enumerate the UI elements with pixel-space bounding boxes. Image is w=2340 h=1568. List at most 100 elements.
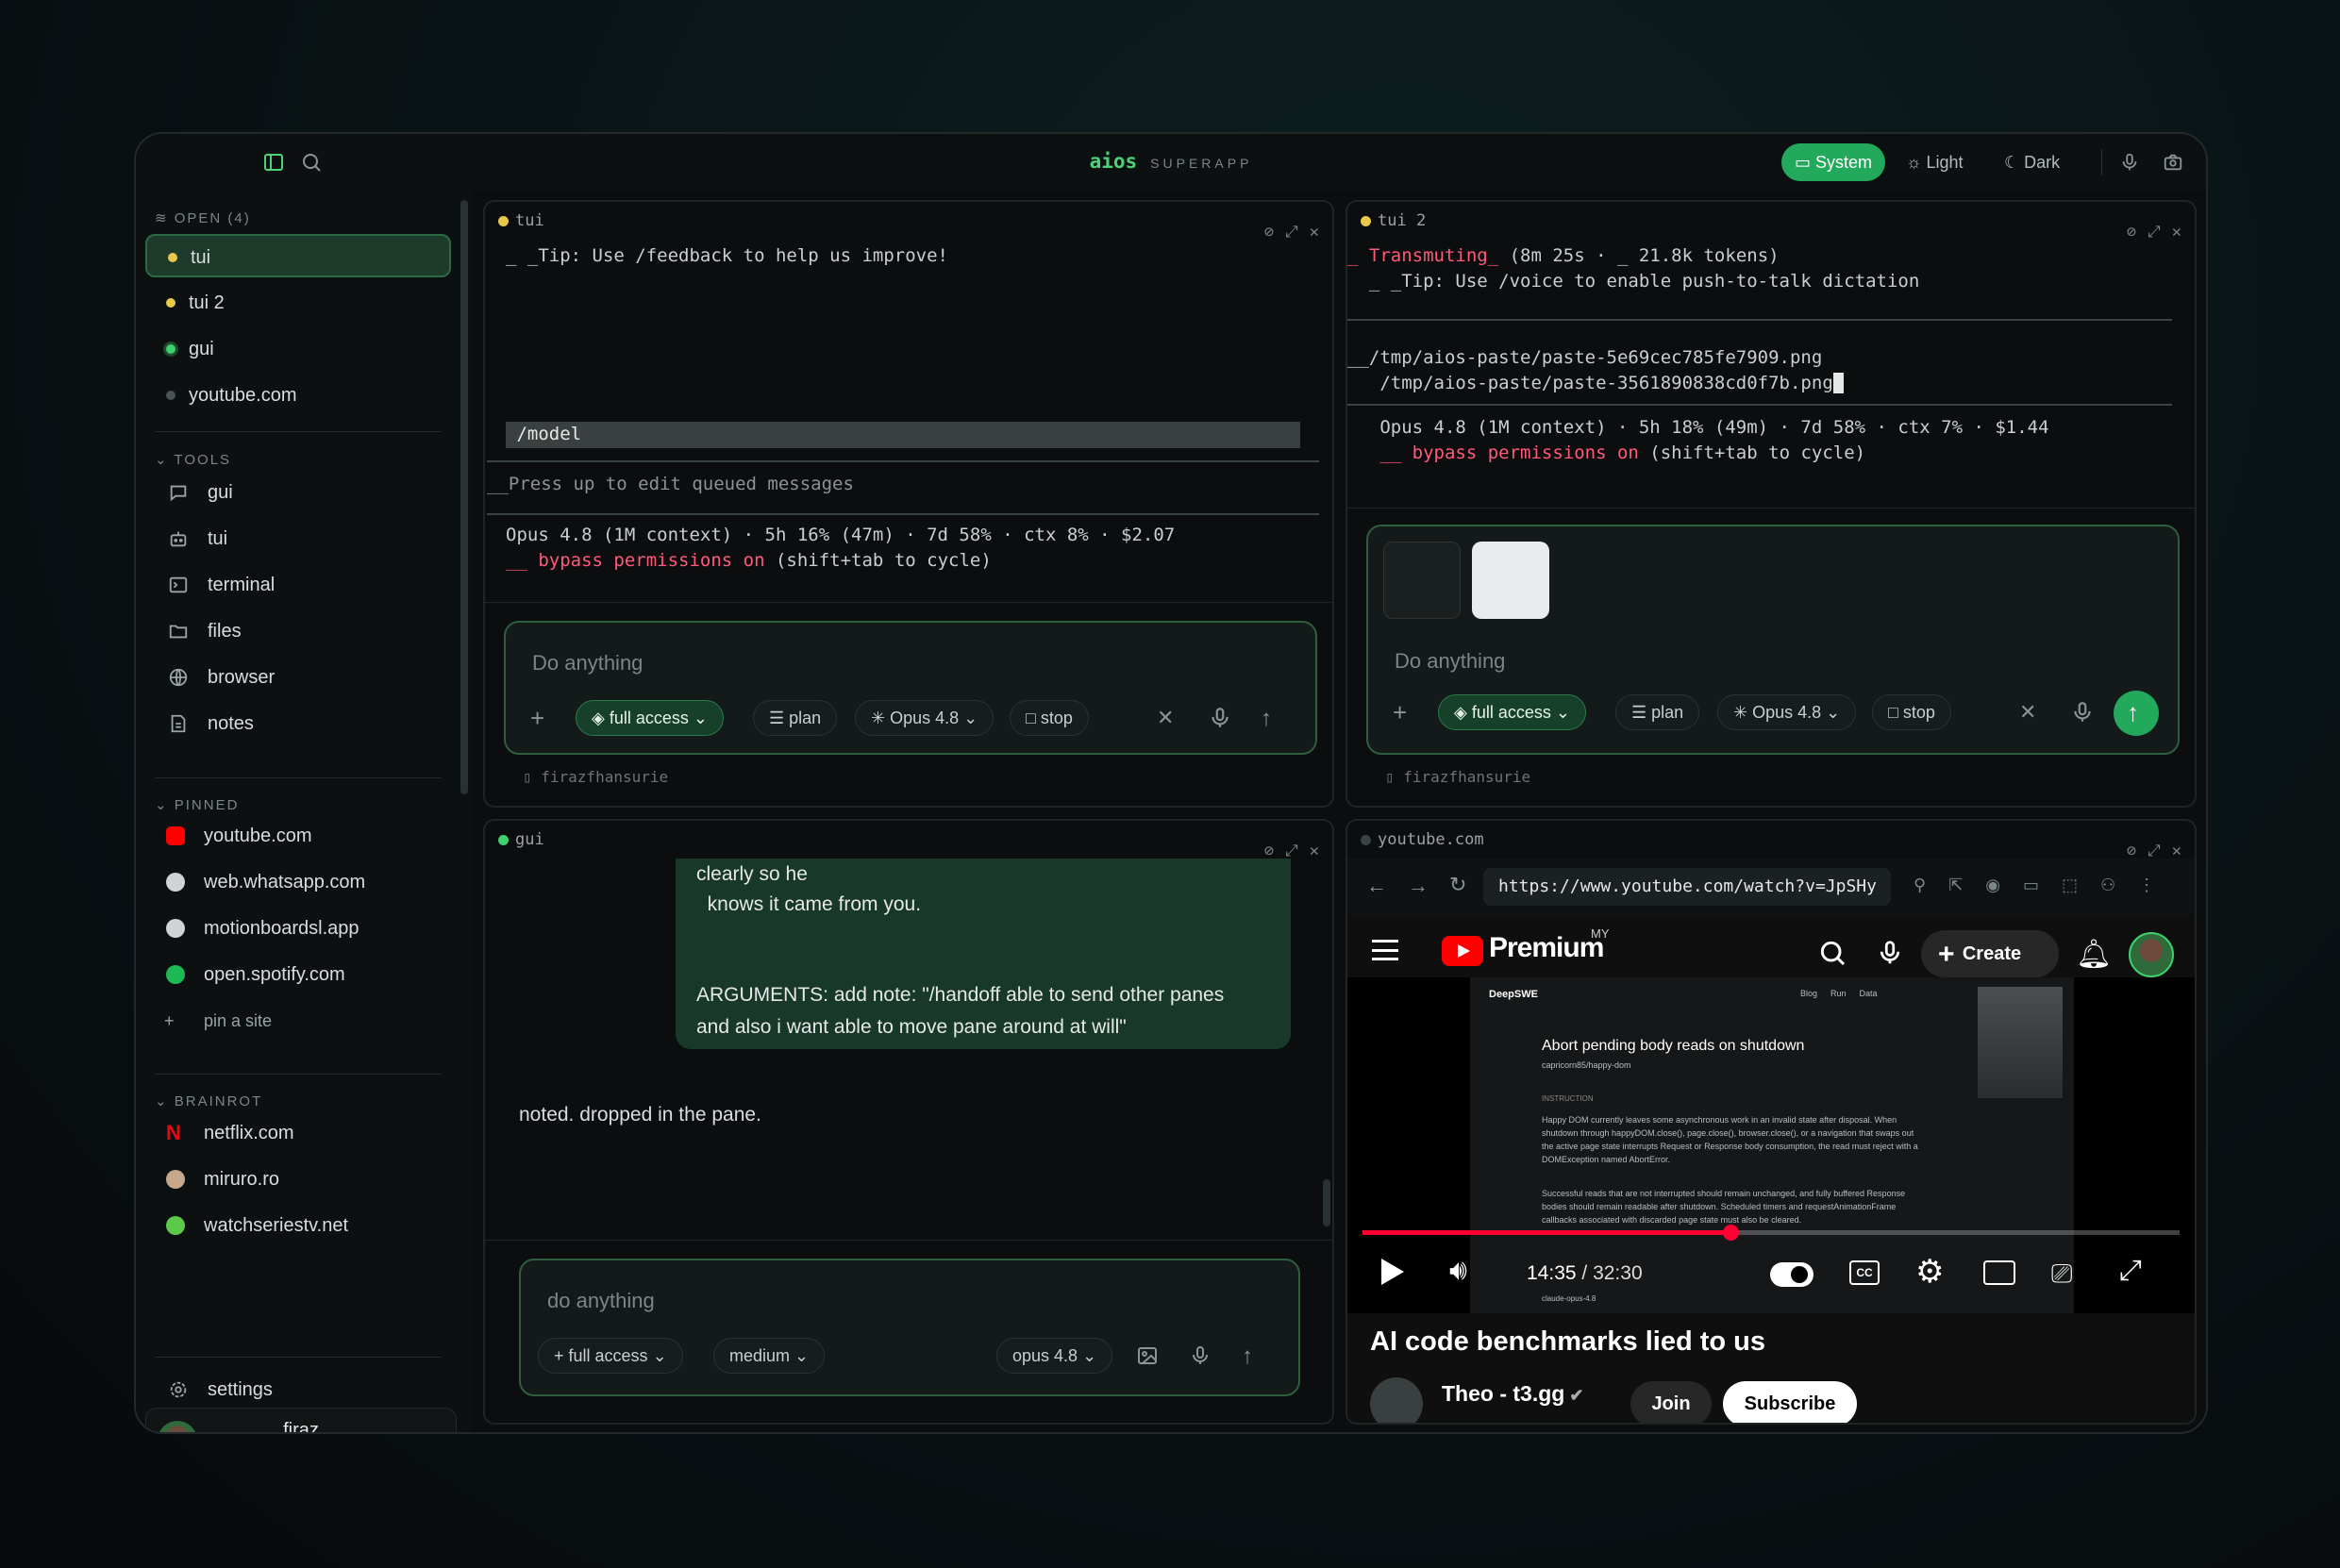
- progress-scrubber[interactable]: [1722, 1225, 1739, 1241]
- close-icon[interactable]: ✕: [1310, 213, 1319, 251]
- composer-input[interactable]: do anything: [547, 1289, 655, 1313]
- expand-icon[interactable]: ⤢: [1285, 213, 1298, 251]
- brainrot-netflix[interactable]: Nnetflix.com: [145, 1111, 451, 1155]
- composer[interactable]: Do anything + ◈ full access ⌄ ☰ plan ✳ O…: [504, 621, 1317, 755]
- access-dropdown[interactable]: + full access ⌄: [538, 1338, 683, 1374]
- autoplay-toggle[interactable]: [1770, 1262, 1814, 1287]
- user-card[interactable]: firaz adletic · owner: [145, 1408, 457, 1434]
- open-item-tui[interactable]: tui: [145, 234, 451, 277]
- gear-icon[interactable]: [426, 1431, 444, 1434]
- theme-light-button[interactable]: ☼ Light: [1893, 143, 1977, 181]
- camera-icon[interactable]: ◉: [1985, 876, 2000, 895]
- open-item-tui-2[interactable]: tui 2: [145, 281, 451, 325]
- scrollbar[interactable]: [1323, 1179, 1330, 1226]
- tool-terminal[interactable]: terminal: [145, 563, 451, 607]
- model-dropdown[interactable]: opus 4.8 ⌄: [996, 1338, 1113, 1374]
- tool-notes[interactable]: notes: [145, 702, 451, 745]
- mic-icon[interactable]: [2070, 700, 2095, 725]
- tool-files[interactable]: files: [145, 609, 451, 653]
- youtube-logo-icon[interactable]: [1442, 936, 1483, 966]
- plus-icon[interactable]: +: [1393, 700, 1417, 725]
- bell-icon[interactable]: 🔔︎: [2076, 938, 2112, 971]
- pin-icon[interactable]: ⚲: [1914, 876, 1926, 895]
- mic-icon[interactable]: [1876, 938, 1904, 968]
- theme-dark-button[interactable]: ☾ Dark: [1991, 143, 2073, 181]
- brainrot-miruro[interactable]: miruro.ro: [145, 1158, 451, 1201]
- cast-icon[interactable]: ⎚: [2051, 1259, 2072, 1290]
- tool-gui[interactable]: gui: [145, 471, 451, 514]
- pane-gui[interactable]: gui ⊘ ⤢ ✕ clearly so he knows it came from…: [483, 819, 1334, 1425]
- menu-icon[interactable]: [1372, 940, 1398, 960]
- image-icon[interactable]: [1136, 1343, 1159, 1368]
- sidebar-scrollbar[interactable]: [460, 200, 468, 794]
- send-icon[interactable]: ↑: [1242, 1343, 1266, 1369]
- back-icon[interactable]: ←: [1366, 874, 1387, 898]
- pane-tui[interactable]: tui ⊘ ⤢ ✕ _ _Tip: Use /feedback to help us…: [483, 200, 1334, 808]
- volume-icon[interactable]: 🔊︎: [1449, 1255, 1467, 1287]
- miniplayer-icon[interactable]: [1983, 1260, 2015, 1285]
- close-icon[interactable]: ✕: [2172, 213, 2181, 251]
- plus-icon[interactable]: +: [530, 706, 555, 730]
- fullscreen-icon[interactable]: ⤢: [2119, 1255, 2142, 1287]
- pinned-motionboard[interactable]: motionboardsl.app: [145, 907, 451, 950]
- channel-name[interactable]: Theo - t3.gg ✔: [1442, 1381, 1583, 1407]
- close-icon[interactable]: ✕: [1310, 832, 1319, 870]
- pin-site-button[interactable]: + pin a site: [145, 999, 451, 1043]
- hide-icon[interactable]: ⊘: [2127, 213, 2136, 251]
- brainrot-watchseries[interactable]: watchseriestv.net: [145, 1204, 451, 1247]
- join-button[interactable]: Join: [1630, 1381, 1712, 1423]
- subscribe-button[interactable]: Subscribe: [1723, 1381, 1857, 1423]
- search-icon[interactable]: [1817, 938, 1847, 968]
- users-icon[interactable]: ⚇: [2100, 876, 2115, 895]
- channel-avatar[interactable]: [1370, 1377, 1423, 1423]
- settings-button[interactable]: settings: [145, 1368, 451, 1411]
- select-icon[interactable]: ⬚: [2062, 876, 2078, 895]
- model-dropdown[interactable]: ✳ Opus 4.8 ⌄: [1717, 694, 1857, 730]
- access-dropdown[interactable]: ◈ full access ⌄: [1438, 694, 1586, 730]
- open-item-gui[interactable]: gui: [145, 327, 451, 371]
- pinned-whatsapp[interactable]: web.whatsapp.com: [145, 860, 451, 904]
- tool-browser[interactable]: browser: [145, 656, 451, 699]
- reload-icon[interactable]: ↻: [1449, 873, 1466, 897]
- expand-icon[interactable]: ⤢: [2148, 213, 2161, 251]
- pane-youtube[interactable]: youtube.com ⊘ ⤢ ✕ ← → ↻ https://www.youtub…: [1346, 819, 2197, 1425]
- composer[interactable]: Do anything + ◈ full access ⌄ ☰ plan ✳ O…: [1366, 525, 2180, 755]
- mic-icon[interactable]: [1189, 1343, 1212, 1368]
- forward-icon[interactable]: →: [1408, 874, 1429, 898]
- stop-button[interactable]: □ stop: [1010, 700, 1089, 736]
- effort-dropdown[interactable]: medium ⌄: [713, 1338, 826, 1374]
- close-icon[interactable]: ✕: [2019, 700, 2044, 725]
- plan-button[interactable]: ☰ plan: [753, 700, 838, 736]
- open-item-youtube[interactable]: youtube.com: [145, 374, 451, 417]
- avatar[interactable]: [2129, 932, 2174, 977]
- composer-input[interactable]: Do anything: [1395, 649, 1505, 674]
- external-link-icon[interactable]: ⇱: [1948, 876, 1963, 895]
- video-player[interactable]: DeepSWE Blog Run Data Abort pending body r…: [1347, 977, 2195, 1313]
- composer-input[interactable]: Do anything: [532, 651, 643, 676]
- theme-system-button[interactable]: ▭ System: [1781, 143, 1886, 181]
- send-button[interactable]: ↑: [2114, 691, 2159, 736]
- progress-track[interactable]: [1362, 1225, 2180, 1241]
- settings-icon[interactable]: ⚙: [1915, 1253, 1944, 1291]
- pinned-youtube[interactable]: youtube.com: [145, 814, 451, 858]
- camera-icon[interactable]: [2163, 151, 2183, 174]
- stop-button[interactable]: □ stop: [1872, 694, 1951, 730]
- hide-icon[interactable]: ⊘: [1264, 213, 1274, 251]
- comment-icon[interactable]: ▭: [2023, 876, 2039, 895]
- video-title[interactable]: AI code benchmarks lied to us: [1370, 1326, 1765, 1358]
- close-icon[interactable]: ✕: [1157, 706, 1181, 730]
- tool-tui[interactable]: tui: [145, 517, 451, 560]
- plan-button[interactable]: ☰ plan: [1615, 694, 1700, 730]
- access-dropdown[interactable]: ◈ full access ⌄: [576, 700, 724, 736]
- pane-tui-2[interactable]: tui 2 ⊘ ⤢ ✕ _ Transmuting_ (8m 25s · _ 21.…: [1346, 200, 2197, 808]
- mic-icon[interactable]: [1208, 706, 1232, 730]
- url-input[interactable]: https://www.youtube.com/watch?v=JpSHy: [1483, 868, 1891, 906]
- attachment-thumbnail[interactable]: [1383, 542, 1461, 619]
- mic-icon[interactable]: [2119, 151, 2140, 174]
- composer[interactable]: do anything + full access ⌄ medium ⌄ opu…: [519, 1259, 1300, 1396]
- more-icon[interactable]: ⋮: [2138, 876, 2155, 895]
- play-icon[interactable]: [1381, 1259, 1404, 1285]
- pinned-spotify[interactable]: open.spotify.com: [145, 953, 451, 996]
- attachment-thumbnail[interactable]: [1472, 542, 1549, 619]
- send-icon[interactable]: ↑: [1261, 706, 1285, 731]
